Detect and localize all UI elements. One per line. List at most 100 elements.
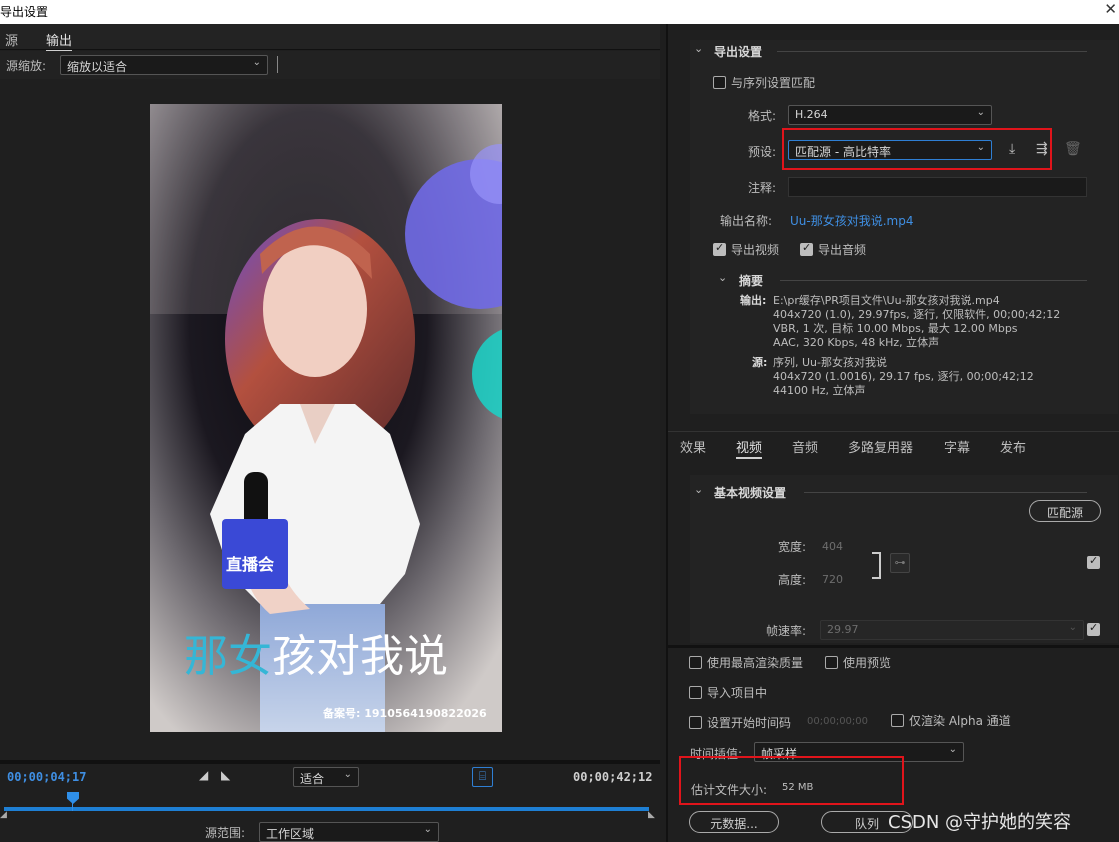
export-settings-title: 导出设置 bbox=[714, 45, 763, 59]
set-in-point-icon[interactable]: ◢ bbox=[199, 768, 208, 782]
tab-video[interactable]: 视频 bbox=[736, 437, 763, 459]
export-audio-checkbox[interactable] bbox=[800, 241, 813, 256]
max-render-quality-label: 使用最高渲染质量 bbox=[707, 656, 804, 670]
source-range-label: 源范围: bbox=[205, 826, 246, 840]
summary-output-key: 输出: bbox=[740, 294, 767, 307]
timeline-separator bbox=[0, 760, 660, 764]
divider bbox=[668, 645, 1119, 648]
source-zoom-row: 源缩放: 缩放以适合 ⌄ bbox=[0, 51, 660, 79]
chain-link-icon[interactable]: ⊶ bbox=[890, 553, 910, 573]
tab-multiplexer[interactable]: 多路复用器 bbox=[848, 437, 913, 456]
preset-label: 预设: bbox=[748, 145, 777, 159]
window-title: 导出设置 bbox=[0, 5, 49, 19]
match-sequence-checkbox[interactable] bbox=[713, 76, 726, 89]
tab-effects[interactable]: 效果 bbox=[680, 437, 706, 456]
caption-part2: 孩对我说 bbox=[272, 631, 448, 682]
comments-label: 注释: bbox=[748, 181, 777, 195]
caption-part1: 那女 bbox=[184, 631, 272, 682]
import-into-project-label: 导入项目中 bbox=[707, 686, 768, 700]
width-value[interactable]: 404 bbox=[822, 540, 843, 553]
close-icon[interactable]: ✕ bbox=[1104, 0, 1117, 18]
basic-video-title: 基本视频设置 bbox=[714, 486, 787, 500]
render-alpha-only-label: 仅渲染 Alpha 通道 bbox=[909, 714, 1011, 728]
import-into-project-checkbox[interactable] bbox=[689, 686, 702, 699]
summary-output-line: VBR, 1 次, 目标 10.00 Mbps, 最大 12.00 Mbps bbox=[773, 322, 1018, 335]
source-range-value: 工作区域 bbox=[266, 827, 315, 841]
set-out-point-icon[interactable]: ◣ bbox=[221, 768, 230, 782]
framerate-select[interactable]: 29.97 ⌄ bbox=[820, 620, 1084, 640]
height-value[interactable]: 720 bbox=[822, 573, 843, 586]
summary-source-key: 源: bbox=[752, 356, 768, 369]
set-start-timecode-label: 设置开始时间码 bbox=[707, 716, 792, 730]
record-number: 备案号: 1910564190822026 bbox=[323, 707, 487, 720]
settings-tabs: 效果 视频 音频 多路复用器 字幕 发布 bbox=[668, 431, 1119, 461]
fit-select[interactable]: 适合 ⌄ bbox=[293, 767, 359, 787]
format-label: 格式: bbox=[748, 109, 777, 123]
watermark-text: CSDN @守护她的笑容 bbox=[888, 812, 1072, 833]
tab-audio[interactable]: 音频 bbox=[792, 437, 818, 456]
fit-value: 适合 bbox=[300, 772, 325, 786]
divider bbox=[777, 51, 1087, 52]
source-zoom-value: 缩放以适合 bbox=[67, 60, 128, 74]
chevron-down-icon: ⌄ bbox=[948, 744, 957, 755]
output-name-label: 输出名称: bbox=[720, 214, 773, 228]
tab-output[interactable]: 输出 bbox=[46, 30, 73, 52]
chevron-down-icon: ⌄ bbox=[976, 107, 985, 118]
export-video-checkbox[interactable] bbox=[713, 241, 726, 256]
video-preview: 直播会 那女孩对我说 备案号: 1910564190822026 bbox=[150, 104, 502, 732]
summary-source-line: 44100 Hz, 立体声 bbox=[773, 384, 866, 397]
summary-chevron-icon[interactable]: ⌄ bbox=[718, 271, 727, 284]
summary-title: 摘要 bbox=[739, 274, 764, 288]
summary-output-line: 404x720 (1.0), 29.97fps, 逐行, 仅限软件, 00;00… bbox=[773, 308, 1061, 321]
width-label: 宽度: bbox=[778, 540, 807, 554]
delete-preset-icon[interactable]: 🗑 bbox=[1064, 141, 1082, 157]
match-source-button[interactable]: 匹配源 bbox=[1029, 500, 1101, 522]
in-marker-icon[interactable]: ◢ bbox=[0, 810, 7, 820]
timeline-scrubber[interactable] bbox=[4, 807, 649, 811]
width-height-checkbox[interactable] bbox=[1087, 554, 1100, 569]
format-select[interactable]: H.264 ⌄ bbox=[788, 105, 992, 125]
divider bbox=[277, 56, 278, 73]
chevron-down-icon: ⌄ bbox=[252, 57, 261, 68]
max-render-quality-checkbox[interactable] bbox=[689, 656, 702, 669]
framerate-value: 29.97 bbox=[827, 623, 859, 636]
export-video-label: 导出视频 bbox=[731, 243, 780, 257]
use-previews-label: 使用预览 bbox=[843, 656, 892, 670]
end-timecode: 00;00;42;12 bbox=[573, 770, 653, 784]
summary-source-line: 404x720 (1.0016), 29.17 fps, 逐行, 00;00;4… bbox=[773, 370, 1034, 383]
source-output-tabs: 源 输出 bbox=[0, 24, 660, 52]
tab-captions[interactable]: 字幕 bbox=[944, 437, 970, 456]
mic-label: 直播会 bbox=[226, 555, 275, 574]
metadata-button[interactable]: 元数据... bbox=[689, 811, 779, 833]
format-value: H.264 bbox=[795, 108, 828, 121]
out-marker-icon[interactable]: ◣ bbox=[648, 810, 655, 820]
output-name-link[interactable]: Uu-那女孩对我说.mp4 bbox=[790, 212, 913, 229]
highlight-size-box bbox=[679, 756, 904, 805]
framerate-checkbox[interactable] bbox=[1087, 621, 1100, 636]
comments-input[interactable] bbox=[788, 177, 1087, 197]
title-bar: 导出设置 ✕ bbox=[0, 0, 1119, 24]
render-alpha-only-checkbox[interactable] bbox=[891, 714, 904, 727]
divider bbox=[780, 280, 1087, 281]
chevron-down-icon: ⌄ bbox=[1068, 622, 1077, 633]
subtitle-caption: 那女孩对我说 bbox=[184, 620, 448, 684]
source-zoom-select[interactable]: 缩放以适合 ⌄ bbox=[60, 55, 268, 75]
height-label: 高度: bbox=[778, 573, 807, 587]
playhead-line bbox=[72, 803, 73, 811]
source-range-select[interactable]: 工作区域 ⌄ bbox=[259, 822, 439, 842]
start-timecode-value[interactable]: 00;00;00;00 bbox=[807, 716, 868, 727]
source-zoom-label: 源缩放: bbox=[6, 59, 47, 73]
current-timecode[interactable]: 00;00;04;17 bbox=[7, 770, 86, 784]
tab-publish[interactable]: 发布 bbox=[1000, 437, 1026, 456]
collapse-chevron-icon[interactable]: ⌄ bbox=[694, 42, 703, 55]
match-sequence-label: 与序列设置匹配 bbox=[731, 76, 816, 90]
tab-source[interactable]: 源 bbox=[5, 30, 18, 49]
highlight-preset-box bbox=[782, 128, 1052, 170]
set-start-timecode-checkbox[interactable] bbox=[689, 716, 702, 729]
framerate-label: 帧速率: bbox=[766, 624, 807, 638]
aspect-correction-icon[interactable]: ⌸ bbox=[472, 767, 493, 787]
export-audio-label: 导出音频 bbox=[818, 243, 867, 257]
use-previews-checkbox[interactable] bbox=[825, 656, 838, 669]
chevron-down-icon: ⌄ bbox=[423, 824, 432, 835]
collapse-chevron-icon[interactable]: ⌄ bbox=[694, 483, 703, 496]
